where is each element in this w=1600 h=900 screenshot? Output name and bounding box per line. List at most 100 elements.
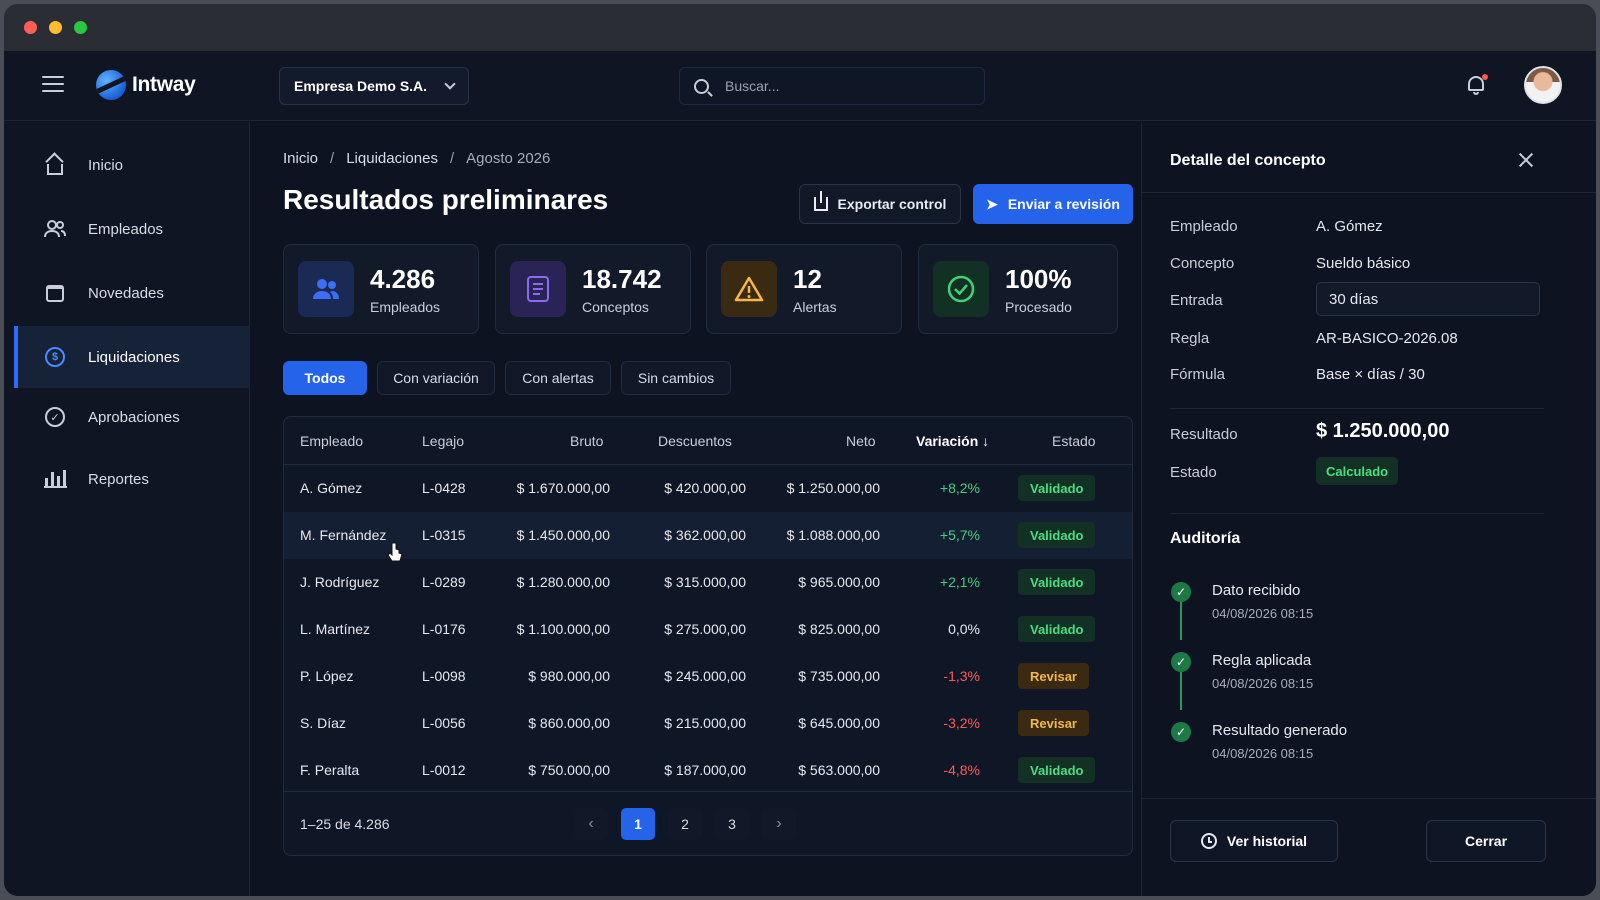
cell-variacion: +8,2%: [939, 480, 980, 496]
table-row[interactable]: F. Peralta L-0012 $ 750.000,00 $ 187.000,00…: [284, 747, 1132, 794]
sidebar-item-novedades[interactable]: Novedades: [14, 262, 250, 324]
stat-value: 18.742: [582, 263, 662, 294]
table-row[interactable]: A. Gómez L-0428 $ 1.670.000,00 $ 420.000,00…: [284, 465, 1132, 512]
notifications-bell-icon[interactable]: [1466, 74, 1488, 96]
stat-value: 12: [793, 263, 822, 294]
home-icon: [44, 154, 66, 176]
page-3-button[interactable]: 3: [715, 808, 749, 840]
users-icon: [298, 261, 354, 317]
search-box[interactable]: [679, 67, 985, 105]
filter-todos[interactable]: Todos: [283, 361, 367, 395]
clock-icon: [1200, 833, 1217, 849]
stat-card-procesado: 100% Procesado: [918, 244, 1118, 334]
results-count: 1–25 de 4.286: [300, 816, 390, 832]
table-row[interactable]: J. Rodríguez L-0289 $ 1.280.000,00 $ 315.00…: [284, 559, 1132, 606]
table-row[interactable]: S. Díaz L-0056 $ 860.000,00 $ 215.000,00 $ 6…: [284, 700, 1132, 747]
sidebar-item-aprobaciones[interactable]: ✓ Aprobaciones: [14, 386, 250, 448]
view-history-button[interactable]: Ver historial: [1170, 820, 1338, 862]
field-label: Entrada: [1170, 292, 1223, 309]
check-icon: ✓: [1171, 722, 1191, 742]
status-label: Estado: [1170, 464, 1217, 481]
header-bruto[interactable]: Bruto: [570, 433, 603, 449]
breadcrumb-current: Agosto 2026: [466, 150, 551, 167]
sidebar-item-reportes[interactable]: Reportes: [14, 448, 250, 510]
header-legajo[interactable]: Legajo: [422, 433, 464, 449]
status-badge: Validado: [1018, 757, 1096, 783]
filter-sin-cambios[interactable]: Sin cambios: [621, 361, 731, 395]
page-2-button[interactable]: 2: [668, 808, 702, 840]
cell-empleado: S. Díaz: [300, 715, 346, 731]
search-input[interactable]: [725, 78, 945, 94]
sidebar-item-label: Aprobaciones: [88, 408, 180, 426]
company-selector[interactable]: Empresa Demo S.A.: [279, 67, 469, 105]
minimize-window-button[interactable]: [49, 21, 62, 34]
table-row[interactable]: P. López L-0098 $ 980.000,00 $ 245.000,00 $ …: [284, 653, 1132, 700]
status-badge: Revisar: [1018, 710, 1089, 736]
header-estado[interactable]: Estado: [1052, 433, 1096, 449]
field-label: Concepto: [1170, 255, 1235, 272]
close-panel-button[interactable]: Cerrar: [1426, 820, 1546, 862]
cell-descuentos: $ 362.000,00: [664, 527, 746, 543]
sidebar-item-liquidaciones[interactable]: $ Liquidaciones: [14, 326, 250, 388]
company-name: Empresa Demo S.A.: [294, 78, 428, 94]
detail-panel: Detalle del concepto Empleado A. Gómez C…: [1141, 122, 1596, 896]
sidebar-item-empleados[interactable]: Empleados: [14, 198, 250, 260]
app-logo[interactable]: Intway: [96, 70, 196, 100]
close-icon[interactable]: [1516, 150, 1536, 170]
table-row[interactable]: L. Martínez L-0176 $ 1.100.000,00 $ 275.000…: [284, 606, 1132, 653]
cell-empleado: L. Martínez: [300, 621, 371, 637]
stat-label: Empleados: [370, 298, 441, 315]
cell-legajo: L-0315: [422, 527, 466, 543]
cell-neto: $ 563.000,00: [798, 762, 880, 778]
chevron-down-icon: [444, 78, 456, 90]
table-row[interactable]: M. Fernández L-0315 $ 1.450.000,00 $ 362.00…: [284, 512, 1132, 559]
header-descuentos[interactable]: Descuentos: [658, 433, 732, 449]
audit-step-date: 04/08/2026 08:15: [1212, 676, 1314, 691]
audit-step-title: Regla aplicada: [1212, 652, 1312, 669]
search-icon: [694, 78, 709, 94]
stat-value: 100%: [1005, 263, 1072, 294]
cell-legajo: L-0012: [422, 762, 466, 778]
cell-neto: $ 645.000,00: [798, 715, 880, 731]
entrada-field[interactable]: [1316, 282, 1540, 316]
next-page-button[interactable]: ›: [762, 808, 796, 840]
export-control-button[interactable]: Exportar control: [799, 184, 961, 224]
sidebar-item-inicio[interactable]: Inicio: [14, 134, 250, 196]
field-value-concepto: Sueldo básico: [1316, 255, 1411, 272]
cell-variacion: -4,8%: [943, 762, 980, 778]
users-icon: [44, 218, 66, 240]
result-value: $ 1.250.000,00: [1316, 420, 1450, 442]
cell-neto: $ 1.088.000,00: [786, 527, 880, 543]
status-badge: Validado: [1018, 616, 1096, 642]
cell-legajo: L-0056: [422, 715, 466, 731]
cell-variacion: +2,1%: [939, 574, 980, 590]
prev-page-button[interactable]: ‹: [574, 808, 608, 840]
field-label: Empleado: [1170, 218, 1238, 235]
sidebar-item-label: Reportes: [88, 470, 149, 488]
hamburger-menu-icon[interactable]: [42, 76, 64, 94]
audit-step-date: 04/08/2026 08:15: [1212, 746, 1314, 761]
warning-icon: [721, 261, 777, 317]
header-empleado[interactable]: Empleado: [300, 433, 363, 449]
send-to-review-button[interactable]: ➤ Enviar a revisión: [973, 184, 1133, 224]
cell-descuentos: $ 245.000,00: [664, 668, 746, 684]
cell-neto: $ 825.000,00: [798, 621, 880, 637]
filter-con-variacion[interactable]: Con variación: [377, 361, 495, 395]
check-icon: ✓: [1171, 582, 1191, 602]
cell-descuentos: $ 315.000,00: [664, 574, 746, 590]
mouse-cursor-icon: [387, 542, 403, 562]
close-window-button[interactable]: [24, 21, 37, 34]
cell-bruto: $ 1.100.000,00: [516, 621, 610, 637]
breadcrumb: Inicio / Liquidaciones / Agosto 2026: [283, 150, 551, 167]
header-variacion[interactable]: Variación ↓: [916, 433, 989, 449]
document-icon: [510, 261, 566, 317]
cell-variacion: -1,3%: [943, 668, 980, 684]
user-avatar[interactable]: [1524, 66, 1562, 104]
header-neto[interactable]: Neto: [846, 433, 876, 449]
breadcrumb-liquidaciones[interactable]: Liquidaciones: [346, 150, 438, 167]
breadcrumb-inicio[interactable]: Inicio: [283, 150, 318, 167]
page-1-button[interactable]: 1: [621, 808, 655, 840]
sidebar-item-label: Empleados: [88, 220, 164, 238]
maximize-window-button[interactable]: [74, 21, 87, 34]
filter-con-alertas[interactable]: Con alertas: [505, 361, 611, 395]
